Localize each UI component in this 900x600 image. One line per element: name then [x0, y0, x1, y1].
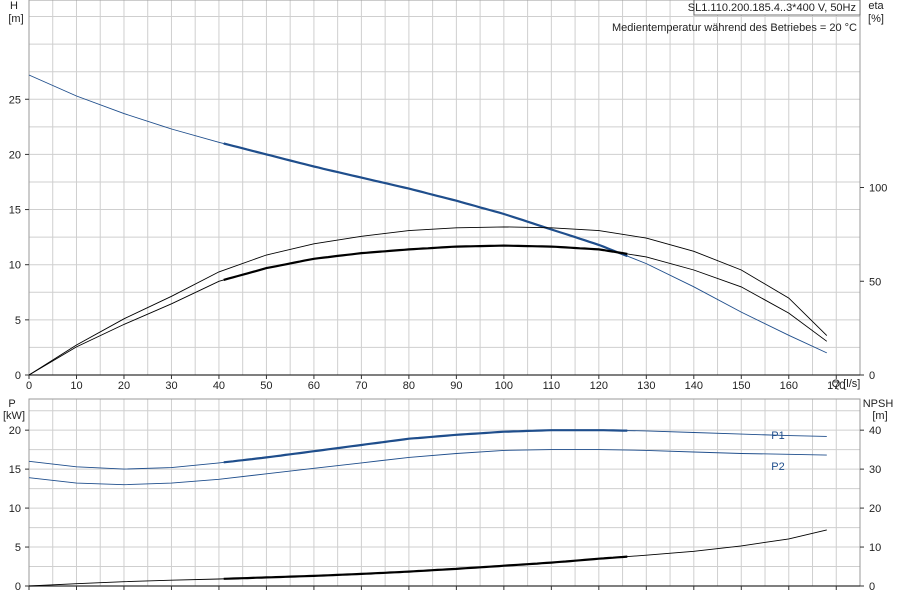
- y-left-tick-label: 10: [9, 503, 21, 515]
- y-left-tick-label: 0: [15, 581, 21, 593]
- x-tick-label: 160: [780, 380, 798, 392]
- y-left-label: H: [10, 0, 18, 12]
- y-right-tick-label: 30: [869, 464, 881, 476]
- series-0-operating-range: [223, 142, 628, 258]
- top-right-axis-title: eta [%]: [868, 0, 884, 25]
- p2-curve: [28, 449, 827, 486]
- y-left-tick-label: 0: [15, 370, 21, 382]
- npsh-unit: [m]: [872, 410, 887, 422]
- y-right-unit: [%]: [868, 13, 884, 25]
- plot-frame: [28, 0, 861, 376]
- y-left-unit: [m]: [8, 13, 23, 25]
- x-tick-label: 20: [118, 380, 130, 392]
- x-tick-label: 10: [70, 380, 82, 392]
- bottom-labels: 0 5 10 15 20 0 10 20 30 40: [9, 425, 882, 593]
- y-left-tick-label: 15: [9, 205, 21, 217]
- x-tick-label: 50: [260, 380, 272, 392]
- npsh-label: NPSH: [863, 398, 894, 410]
- y-right-tick-label: 10: [869, 542, 881, 554]
- x-tick-label: 100: [495, 380, 513, 392]
- npsh-operating-range: [223, 555, 628, 580]
- x-tick-label: 90: [450, 380, 462, 392]
- bottom-left-axis-title: P [kW]: [3, 398, 25, 422]
- series-0-curve: [28, 74, 827, 354]
- bottom-right-axis-title: NPSH [m]: [863, 398, 894, 422]
- x-axis-label: Q [l/s]: [832, 378, 861, 390]
- y-left-tick-label: 20: [9, 149, 21, 161]
- y-right-tick-label: 40: [869, 425, 881, 437]
- x-tick-label: 110: [543, 380, 561, 392]
- y-right-tick-label: 50: [869, 276, 881, 288]
- x-tick-label: 80: [403, 380, 415, 392]
- top-grid: [28, 0, 861, 376]
- y-right-tick-label: 20: [869, 503, 881, 515]
- temperature-note: Medientemperatur während des Betriebes =…: [612, 22, 857, 34]
- x-tick-label: 70: [355, 380, 367, 392]
- bottom-grid: [28, 398, 861, 587]
- y-left-tick-label: 15: [9, 464, 21, 476]
- x-tick-label: 120: [590, 380, 608, 392]
- head-efficiency-chart: 0 5 10 15 20 25 0 50 100 0 10 20 30 40 50 60 70 80 90 100 11…: [8, 0, 887, 392]
- top-curves: [28, 74, 828, 376]
- power-npsh-chart: 0 5 10 15 20 0 10 20 30 40 P [kW] NPSH [m] P1 P2: [3, 398, 893, 593]
- y-left-tick-label: 5: [15, 315, 21, 327]
- y-right-tick-label: 0: [869, 370, 875, 382]
- x-tick-label: 40: [213, 380, 225, 392]
- y-left-tick-label: 20: [9, 425, 21, 437]
- y-left-tick-label: 5: [15, 542, 21, 554]
- p1-series-label: P1: [771, 430, 784, 442]
- x-tick-label: 0: [26, 380, 32, 392]
- x-tick-label: 30: [165, 380, 177, 392]
- p-label: P: [8, 398, 15, 410]
- p2-series-label: P2: [771, 461, 784, 473]
- y-left-tick-label: 25: [9, 94, 21, 106]
- y-right-tick-label: 0: [869, 581, 875, 593]
- model-label: SL1.110.200.185.4..3*400 V, 50Hz: [688, 2, 856, 14]
- y-right-tick-label: 100: [869, 183, 887, 195]
- p1-operating-range: [223, 429, 628, 464]
- x-tick-label: 140: [685, 380, 703, 392]
- y-left-tick-label: 10: [9, 260, 21, 272]
- x-tick-label: 60: [308, 380, 320, 392]
- npsh-curve: [28, 529, 827, 587]
- top-left-axis-title: H [m]: [8, 0, 23, 25]
- x-tick-label: 130: [637, 380, 655, 392]
- plot-frame: [28, 398, 861, 587]
- x-tick-label: 150: [732, 380, 750, 392]
- p-unit: [kW]: [3, 410, 25, 422]
- pump-curve-chart: 05101520250501000 10 20 30 40 50 60 70 80 90 100 11…: [3, 0, 893, 593]
- y-right-label: eta: [868, 0, 884, 12]
